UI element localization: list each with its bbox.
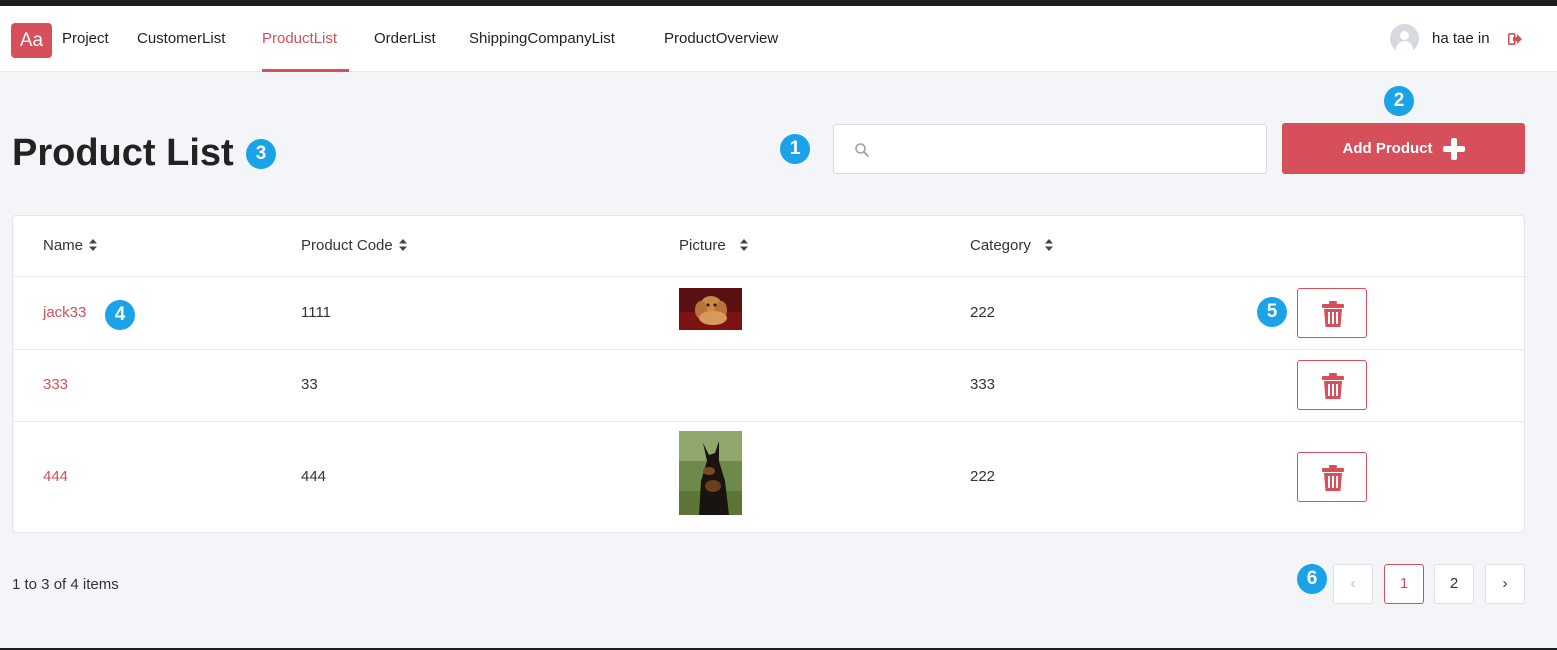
annotation-badge-2: 2 [1384,86,1414,116]
search-box[interactable] [833,124,1267,174]
sort-icon [1044,239,1053,251]
product-name-link[interactable]: 444 [43,468,68,485]
logout-icon[interactable] [1508,33,1522,45]
row-divider [13,276,1524,277]
puppy-photo [679,288,742,330]
sort-icon [739,239,748,251]
annotation-badge-1: 1 [780,134,810,164]
items-count-info: 1 to 3 of 4 items [12,576,119,593]
nav-item-product-list[interactable]: ProductList [262,30,337,47]
trash-icon [1322,301,1344,327]
prev-page-button[interactable]: ‹ [1333,564,1373,604]
search-input[interactable] [882,135,1252,163]
sort-icon [398,239,407,251]
category-cell: 333 [970,376,996,393]
nav-item-product-overview[interactable]: ProductOverview [664,30,778,47]
app-frame: Aa Project CustomerList ProductList Orde… [0,6,1557,648]
sort-icon [89,239,98,251]
row-divider [13,421,1524,422]
doberman-photo [679,431,742,515]
page-title: Product List [12,132,234,174]
plus-icon [1442,137,1465,160]
product-code-cell: 1111 [301,304,332,321]
delete-button[interactable] [1297,360,1367,410]
page-button-2[interactable]: 2 [1434,564,1474,604]
top-navbar: Aa Project CustomerList ProductList Orde… [0,6,1557,72]
product-name-link[interactable]: jack33 [43,304,86,321]
delete-button[interactable] [1297,288,1367,338]
nav-item-order-list[interactable]: OrderList [374,30,436,47]
add-product-button[interactable]: Add Product [1282,123,1525,174]
trash-icon [1322,465,1344,491]
nav-item-customer-list[interactable]: CustomerList [137,30,225,47]
active-tab-underline [262,69,349,72]
user-name[interactable]: ha tae in [1432,30,1490,47]
column-header-category[interactable]: Category [970,237,1053,254]
trash-icon [1322,373,1344,399]
delete-button[interactable] [1297,452,1367,502]
annotation-badge-3: 3 [246,139,276,169]
product-code-cell: 33 [301,376,318,393]
product-code-cell: 444 [301,468,327,485]
nav-item-shipping-company-list[interactable]: ShippingCompanyList [469,30,615,47]
column-header-picture[interactable]: Picture [679,237,748,254]
category-cell: 222 [970,468,996,485]
annotation-badge-6: 6 [1297,564,1327,594]
column-header-name[interactable]: Name [43,237,98,254]
user-avatar-icon[interactable] [1390,24,1419,53]
add-product-label: Add Product [1342,140,1433,157]
annotation-badge-4: 4 [105,300,135,330]
product-table: Name Product Code Picture Category jack3… [12,215,1525,533]
column-header-product-code[interactable]: Product Code [301,237,407,254]
next-page-button[interactable]: › [1485,564,1525,604]
category-cell: 222 [970,304,996,321]
app-logo[interactable]: Aa [11,23,52,58]
page-button-1[interactable]: 1 [1384,564,1424,604]
row-divider [13,349,1524,350]
annotation-badge-5: 5 [1257,297,1287,327]
nav-item-project[interactable]: Project [62,30,109,47]
product-name-link[interactable]: 333 [43,376,68,393]
search-icon [855,143,869,157]
